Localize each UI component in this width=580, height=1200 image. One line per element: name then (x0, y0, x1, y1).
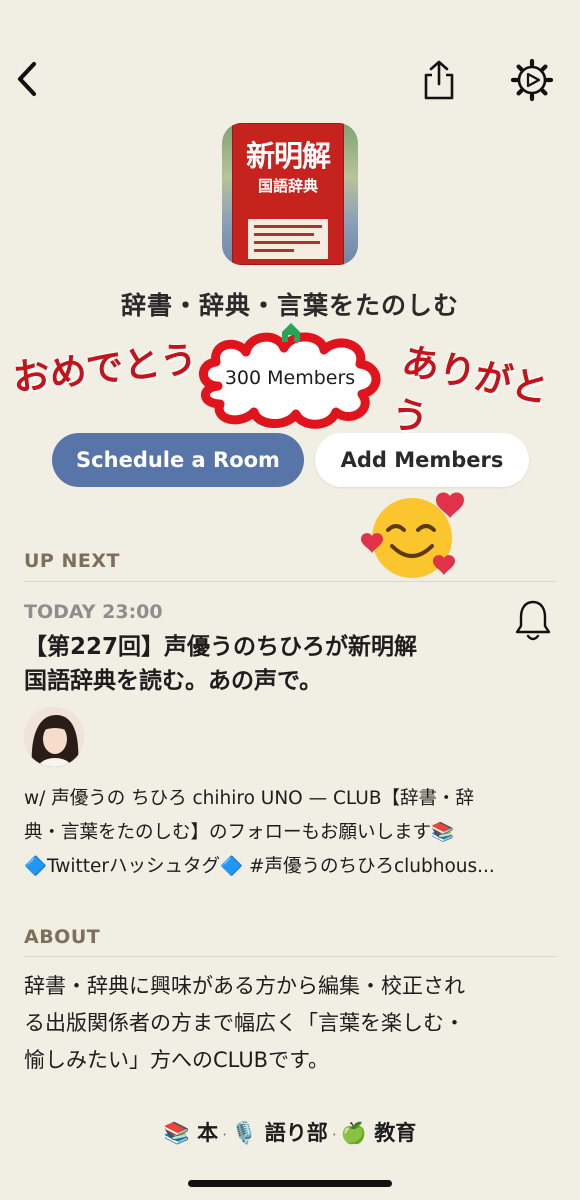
green-apple-icon: 🍏 (340, 1121, 367, 1145)
club-topics: 📚 本 · 🎙️ 語り部 · 🍏 教育 (0, 1117, 580, 1147)
about-description: 辞書・辞典に興味がある方から編集・校正され る出版関係者の方まで幅広く「言葉を楽… (24, 968, 559, 1079)
dictionary-book-image: 新明解 国語辞典 (232, 123, 344, 265)
cover-panel (248, 219, 328, 259)
smiling-face-with-hearts-icon (361, 492, 464, 578)
topic-label: 本 (197, 1121, 219, 1145)
event-title[interactable]: 【第227回】声優うのちひろが新明解 国語辞典を読む。あの声で。 (24, 630, 524, 698)
cover-title: 新明解 (245, 139, 331, 173)
celebration-text-left: おめでとう (10, 336, 200, 400)
about-divider (24, 956, 556, 957)
event-description-line: 典・言葉をたのしむ】のフォローもお願いします📚 (24, 822, 455, 843)
about-line: 愉しみたい」方へのCLUBです。 (24, 1048, 329, 1072)
settings-button[interactable] (508, 58, 556, 102)
about-line: 辞書・辞典に興味がある方から編集・校正され (24, 974, 465, 998)
event-description-line: 🔷Twitterハッシュタグ🔷 #声優うのちひろclubhous... (24, 856, 495, 877)
up-next-heading: UP NEXT (24, 550, 120, 572)
books-icon: 📚 (163, 1121, 190, 1145)
avatar-photo (24, 707, 84, 767)
up-next-divider (24, 581, 556, 582)
about-line: る出版関係者の方まで幅広く「言葉を楽しむ・ (24, 1011, 465, 1035)
topic-separator: · (222, 1125, 228, 1144)
event-description-line: w/ 声優うの ちひろ chihiro UNO — CLUB【辞書・辞 (24, 788, 475, 809)
gear-icon (510, 58, 554, 102)
event-title-line: 【第227回】声優うのちひろが新明解 (24, 634, 418, 660)
event-time: TODAY 23:00 (24, 601, 163, 623)
topic-label: 語り部 (264, 1121, 328, 1145)
share-icon (424, 60, 454, 100)
topic-storyteller[interactable]: 🎙️ 語り部 (231, 1121, 327, 1145)
cover-subtitle: 国語辞典 (257, 177, 318, 195)
topic-label: 教育 (374, 1121, 417, 1145)
schedule-room-button[interactable]: Schedule a Room (52, 433, 304, 487)
home-indicator[interactable] (188, 1180, 392, 1187)
topic-separator: · (331, 1125, 337, 1144)
topic-books[interactable]: 📚 本 (164, 1121, 218, 1145)
club-title: 辞書・辞典・言葉をたのしむ (120, 291, 459, 320)
event-description: w/ 声優うの ちひろ chihiro UNO — CLUB【辞書・辞 典・言葉… (24, 782, 559, 884)
club-cover-image: 新明解 国語辞典 (222, 123, 358, 265)
top-bar (0, 0, 580, 130)
add-members-button[interactable]: Add Members (315, 433, 529, 487)
back-button[interactable] (10, 58, 46, 100)
microphone-icon: 🎙️ (231, 1121, 258, 1145)
event-title-line: 国語辞典を読む。あの声で。 (24, 668, 323, 694)
share-button[interactable] (418, 58, 460, 102)
chevron-left-icon (17, 61, 37, 97)
about-heading: ABOUT (24, 926, 101, 948)
speaker-avatar[interactable] (24, 707, 84, 767)
topic-education[interactable]: 🍏 教育 (341, 1121, 416, 1145)
members-count[interactable]: 300 Members (208, 360, 372, 396)
house-icon (282, 323, 300, 342)
